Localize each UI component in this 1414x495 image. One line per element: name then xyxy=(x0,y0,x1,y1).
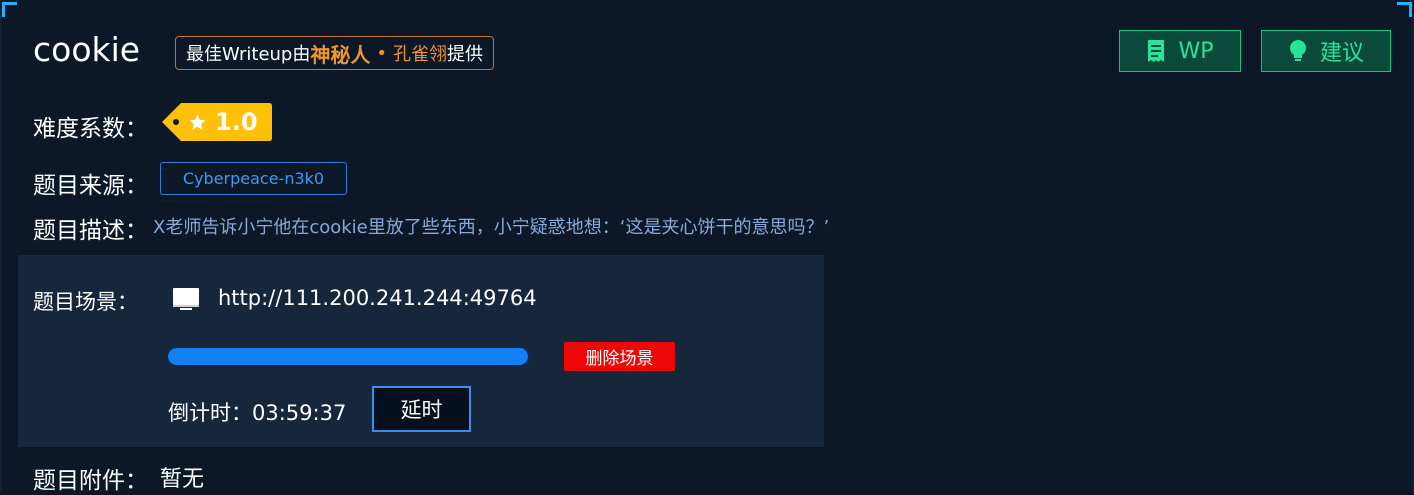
suggest-button[interactable]: 建议 xyxy=(1261,30,1391,72)
scene-progress-bar xyxy=(168,348,532,365)
wp-button-label: WP xyxy=(1178,38,1214,64)
description-text: X老师告诉小宁他在cookie里放了些东西，小宁疑惑地想：‘这是夹心饼干的意思吗… xyxy=(153,217,830,238)
countdown-value: 03:59:37 xyxy=(252,401,347,425)
writeup-badge-suffix: 提供 xyxy=(446,44,483,65)
writeup-separator: • xyxy=(376,42,387,64)
countdown-label: 倒计时： xyxy=(168,401,252,425)
suggest-button-label: 建议 xyxy=(1319,41,1364,66)
attachment-label: 题目附件： xyxy=(33,468,148,494)
challenge-title: cookie xyxy=(33,30,141,69)
description-label: 题目描述： xyxy=(33,218,148,244)
writeup-badge-prefix: 最佳Writeup由 xyxy=(186,44,311,65)
scene-panel: 题目场景： http://111.200.241.244:49764 删除场景 … xyxy=(18,255,824,447)
monitor-icon xyxy=(173,288,199,310)
receipt-icon xyxy=(1148,40,1165,62)
writeup-badge[interactable]: 最佳Writeup由 神秘人 • 孔雀翎 提供 xyxy=(175,36,494,70)
scene-label: 题目场景： xyxy=(33,290,138,314)
difficulty-tag: 1.0 xyxy=(161,102,273,142)
source-label: 题目来源： xyxy=(33,173,148,199)
panel-edge-left xyxy=(0,14,2,492)
wp-button[interactable]: WP xyxy=(1119,30,1241,72)
difficulty-value: 1.0 xyxy=(215,108,258,136)
writeup-author[interactable]: 神秘人 xyxy=(310,39,370,68)
attachment-value: 暂无 xyxy=(160,467,205,492)
scene-progress-fill xyxy=(168,348,529,365)
corner-decoration-top-left xyxy=(2,2,17,17)
difficulty-label: 难度系数： xyxy=(33,116,148,142)
countdown: 倒计时：03:59:37 xyxy=(168,397,346,427)
writeup-author-secondary[interactable]: 孔雀翎 xyxy=(393,40,447,66)
corner-decoration-top-right xyxy=(1397,2,1412,17)
challenge-panel: cookie 最佳Writeup由 神秘人 • 孔雀翎 提供 WP 建议 难度系… xyxy=(0,0,1414,494)
extend-time-button[interactable]: 延时 xyxy=(372,386,471,432)
star-icon xyxy=(189,114,206,130)
source-tag[interactable]: Cyberpeace-n3k0 xyxy=(160,162,347,195)
lightbulb-icon xyxy=(1289,40,1306,61)
delete-scene-button[interactable]: 删除场景 xyxy=(564,342,675,371)
scene-url[interactable]: http://111.200.241.244:49764 xyxy=(218,286,537,310)
